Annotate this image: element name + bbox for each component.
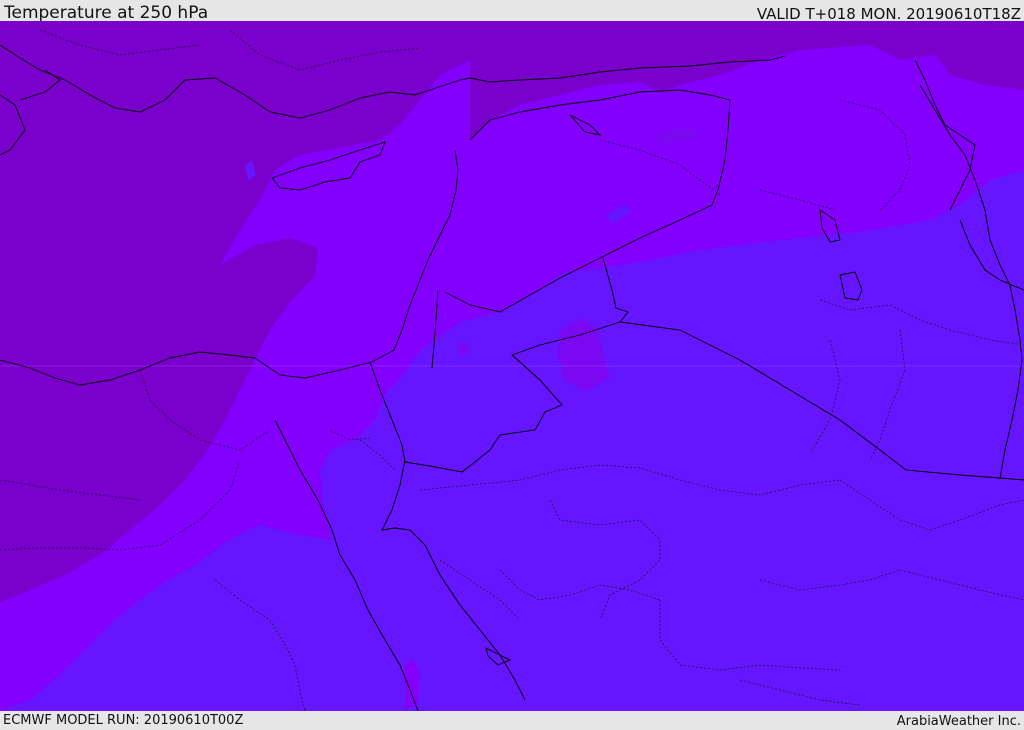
temperature-map[interactable] xyxy=(0,21,1024,711)
header-bar: Temperature at 250 hPa VALID T+018 MON. … xyxy=(0,0,1024,23)
footer-bar: ECMWF MODEL RUN: 20190610T00Z ArabiaWeat… xyxy=(0,711,1024,729)
model-run: ECMWF MODEL RUN: 20190610T00Z xyxy=(3,713,244,728)
credit-text: ArabiaWeather Inc. xyxy=(896,714,1021,729)
